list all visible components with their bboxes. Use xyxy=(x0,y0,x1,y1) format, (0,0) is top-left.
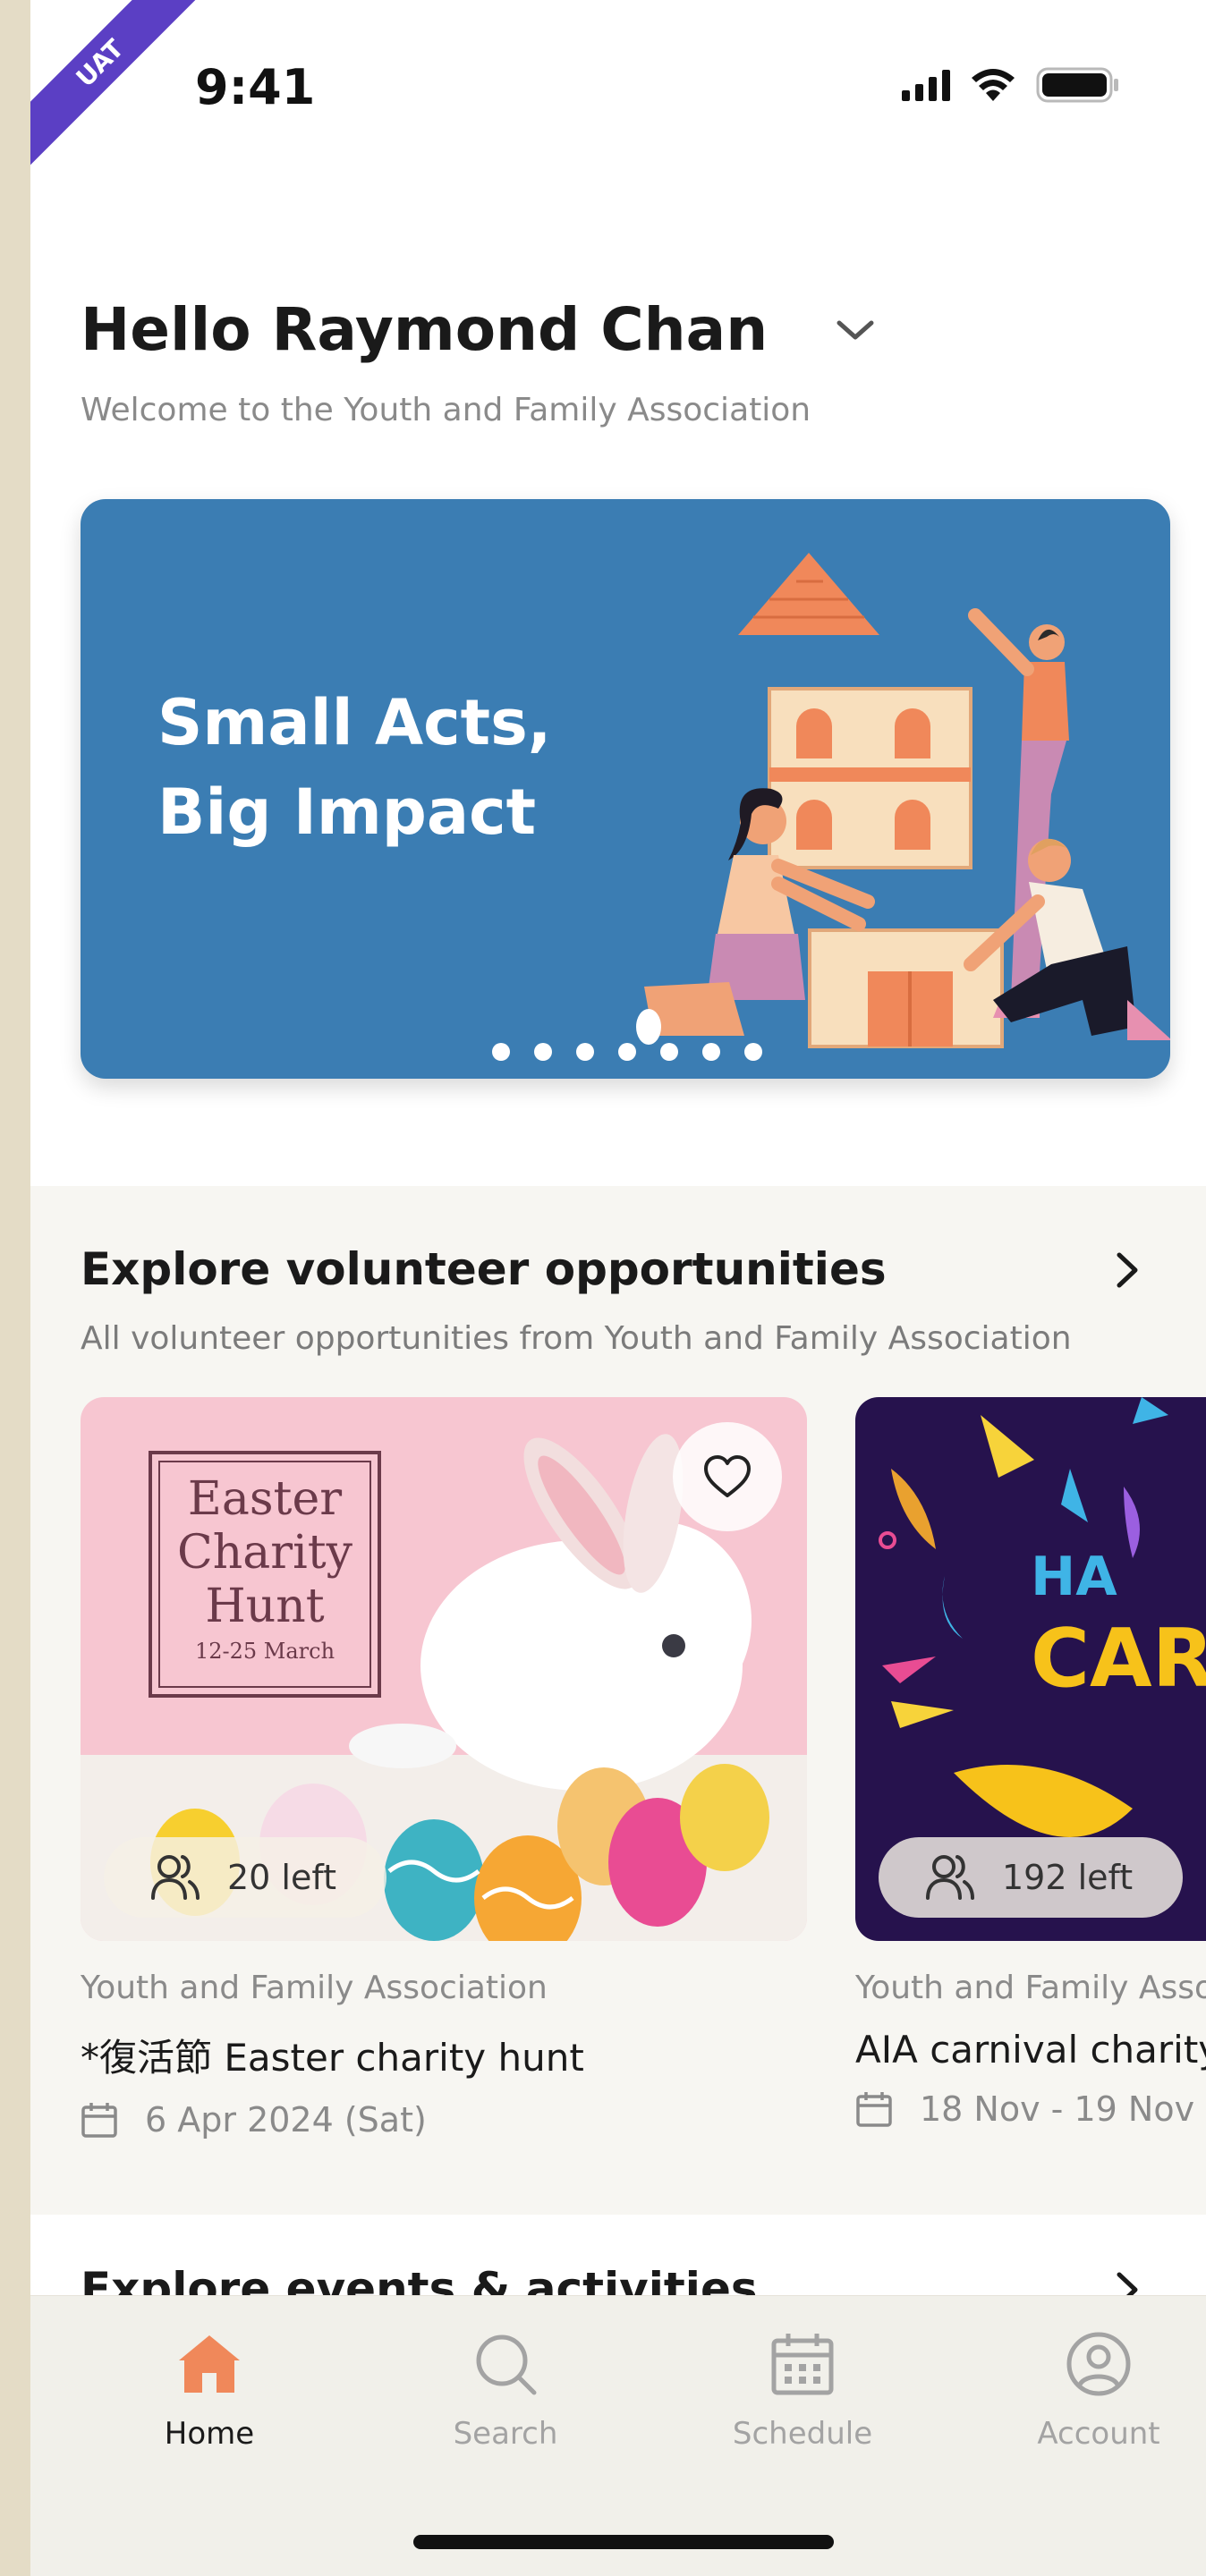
promo-banner[interactable]: Small Acts, Big Impact xyxy=(81,499,1170,1079)
greeting-title: Hello Raymond Chan xyxy=(81,295,769,364)
app-screen: UAT 9:41 Hello Raymond Chan Welcome to t… xyxy=(30,0,1206,2576)
section-subtitle: All volunteer opportunities from Youth a… xyxy=(81,1320,1072,1357)
spots-left-badge: 192 left xyxy=(879,1837,1184,1918)
nav-account-label: Account xyxy=(1037,2416,1160,2452)
carousel-dot[interactable] xyxy=(492,1043,510,1061)
favorite-button[interactable] xyxy=(673,1422,782,1531)
search-icon xyxy=(470,2328,541,2400)
chevron-right-icon[interactable] xyxy=(1102,1245,1152,1295)
card-date: 18 Nov - 19 Nov xyxy=(855,2089,1206,2129)
nav-search-label: Search xyxy=(453,2416,558,2452)
carousel-dot[interactable] xyxy=(744,1043,762,1061)
nav-home-label: Home xyxy=(164,2416,255,2452)
poster-text: Easter Charity Hunt 12-25 March xyxy=(176,1472,353,1664)
card-organizer: Youth and Family Association xyxy=(81,1970,548,2006)
heart-icon xyxy=(704,1455,751,1497)
carousel-dot[interactable] xyxy=(702,1043,720,1061)
nav-schedule-label: Schedule xyxy=(732,2416,873,2452)
calendar-icon xyxy=(856,2092,892,2127)
card-organizer: Youth and Family Association xyxy=(855,1970,1206,2006)
card-date-text: 18 Nov - 19 Nov xyxy=(920,2089,1195,2129)
people-icon xyxy=(151,1855,200,1900)
cellular-signal-icon xyxy=(902,69,950,101)
status-time: 9:41 xyxy=(195,59,316,115)
nav-search[interactable]: Search xyxy=(371,2328,640,2452)
spots-left-text: 20 left xyxy=(227,1858,336,1897)
poster-text-main: CARI xyxy=(1031,1612,1206,1706)
card-title: AIA carnival charity xyxy=(855,2028,1206,2072)
opportunity-card[interactable]: HA CARI 192 left Youth and Family Associ… xyxy=(855,1397,1206,2129)
status-icons xyxy=(902,66,1120,104)
poster-text-top: HA xyxy=(1031,1546,1117,1608)
card-image: Easter Charity Hunt 12-25 March 20 left xyxy=(81,1397,807,1941)
wifi-icon xyxy=(972,69,1015,101)
home-icon xyxy=(174,2328,245,2400)
chevron-down-icon[interactable] xyxy=(832,307,879,353)
carousel-dot[interactable] xyxy=(534,1043,552,1061)
uat-ribbon: UAT xyxy=(30,0,211,174)
bottom-navigation: Home Search Schedule Account xyxy=(30,2295,1206,2576)
nav-schedule[interactable]: Schedule xyxy=(668,2328,937,2452)
calendar-icon xyxy=(767,2328,838,2400)
welcome-subtitle: Welcome to the Youth and Family Associat… xyxy=(81,392,811,428)
volunteer-opportunities-section: Explore volunteer opportunities All volu… xyxy=(30,1186,1206,2215)
people-icon xyxy=(926,1855,974,1900)
home-indicator xyxy=(413,2535,834,2549)
spots-left-text: 192 left xyxy=(1002,1858,1134,1897)
carousel-dot[interactable] xyxy=(618,1043,636,1061)
card-date-text: 6 Apr 2024 (Sat) xyxy=(145,2100,427,2140)
section-title: Explore volunteer opportunities xyxy=(81,1243,887,1295)
card-title: *復活節 Easter charity hunt xyxy=(81,2036,584,2080)
volunteers-building-illustration xyxy=(636,553,1170,1048)
carousel-indicator[interactable] xyxy=(81,1043,1170,1061)
card-image: HA CARI 192 left xyxy=(855,1397,1206,1941)
calendar-icon xyxy=(81,2103,117,2138)
nav-account[interactable]: Account xyxy=(964,2328,1206,2452)
carousel-dot[interactable] xyxy=(576,1043,594,1061)
battery-icon xyxy=(1036,67,1118,103)
greeting-row[interactable]: Hello Raymond Chan xyxy=(81,295,879,364)
carousel-dot[interactable] xyxy=(660,1043,678,1061)
spots-left-badge: 20 left xyxy=(104,1837,386,1918)
card-date: 6 Apr 2024 (Sat) xyxy=(81,2100,807,2140)
nav-home[interactable]: Home xyxy=(75,2328,344,2452)
account-icon xyxy=(1063,2328,1134,2400)
opportunity-card[interactable]: Easter Charity Hunt 12-25 March 20 left … xyxy=(81,1397,807,2140)
